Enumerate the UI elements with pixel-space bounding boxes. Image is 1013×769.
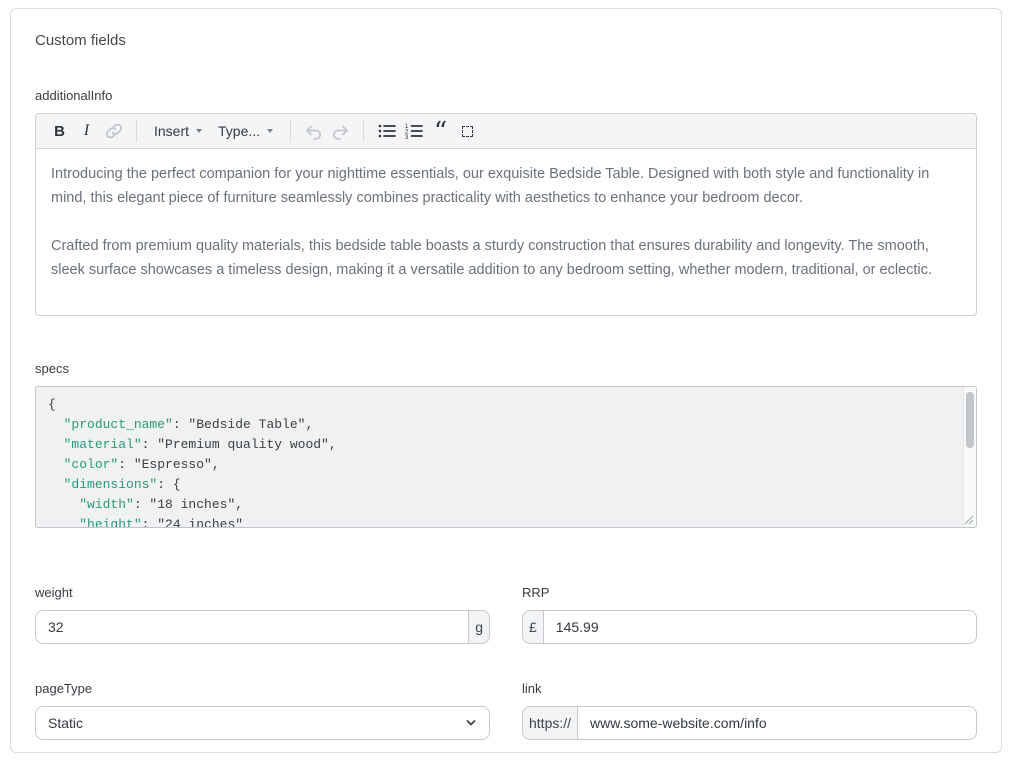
editor-paragraph: Introducing the perfect companion for yo… bbox=[51, 162, 961, 210]
type-dropdown-label: Type... bbox=[218, 123, 260, 139]
rrp-field: RRP £ bbox=[522, 585, 977, 644]
type-dropdown[interactable]: Type... bbox=[210, 118, 281, 145]
chevron-down-icon bbox=[196, 129, 202, 133]
code-line: "product_name": "Bedside Table", bbox=[48, 415, 964, 435]
weight-input-group: g bbox=[35, 610, 490, 644]
code-line: "width": "18 inches", bbox=[48, 495, 964, 515]
dashed-box-icon bbox=[462, 126, 473, 137]
redo-button[interactable] bbox=[327, 118, 354, 145]
rich-text-editor: B I Insert Type... bbox=[35, 113, 977, 316]
rrp-input[interactable] bbox=[543, 610, 977, 644]
weight-field: weight g bbox=[35, 585, 490, 644]
specs-label: specs bbox=[35, 361, 977, 377]
redo-icon bbox=[331, 122, 350, 140]
bold-button[interactable]: B bbox=[46, 118, 73, 145]
chevron-down-icon bbox=[267, 129, 273, 133]
weight-input[interactable] bbox=[35, 610, 469, 644]
italic-icon: I bbox=[84, 122, 89, 140]
editor-toolbar: B I Insert Type... bbox=[36, 114, 976, 149]
weight-unit-addon: g bbox=[468, 610, 490, 644]
fields-grid: weight g RRP £ pageType Static bbox=[35, 585, 977, 740]
italic-button[interactable]: I bbox=[73, 118, 100, 145]
pagetype-select-wrap: Static bbox=[35, 706, 490, 740]
scrollbar-thumb[interactable] bbox=[966, 392, 974, 448]
code-line: "material": "Premium quality wood", bbox=[48, 435, 964, 455]
inline-object-button[interactable] bbox=[454, 118, 481, 145]
blockquote-button[interactable]: “ bbox=[427, 118, 454, 145]
bold-icon: B bbox=[54, 123, 65, 140]
insert-dropdown-label: Insert bbox=[154, 123, 189, 139]
toolbar-divider bbox=[136, 120, 137, 142]
specs-textarea[interactable]: { "product_name": "Bedside Table", "mate… bbox=[35, 386, 977, 528]
editor-paragraph: Crafted from premium quality materials, … bbox=[51, 234, 961, 282]
bullet-list-button[interactable] bbox=[373, 118, 400, 145]
blockquote-icon: “ bbox=[434, 128, 447, 142]
toolbar-divider bbox=[290, 120, 291, 142]
protocol-addon: https:// bbox=[522, 706, 578, 740]
link-button[interactable] bbox=[100, 118, 127, 145]
custom-fields-card: Custom fields additionalInfo B I Insert bbox=[10, 8, 1002, 753]
pagetype-label: pageType bbox=[35, 681, 490, 697]
editor-content[interactable]: Introducing the perfect companion for yo… bbox=[36, 149, 976, 315]
currency-addon: £ bbox=[522, 610, 544, 644]
ordered-list-icon: 123 bbox=[405, 123, 423, 139]
link-input[interactable] bbox=[577, 706, 977, 740]
code-line: "height": "24 inches" bbox=[48, 515, 964, 528]
code-content: { "product_name": "Bedside Table", "mate… bbox=[36, 387, 976, 528]
svg-text:3: 3 bbox=[405, 135, 409, 139]
link-icon bbox=[105, 122, 123, 140]
insert-dropdown[interactable]: Insert bbox=[146, 118, 210, 145]
pagetype-field: pageType Static bbox=[35, 681, 490, 740]
toolbar-divider bbox=[363, 120, 364, 142]
pagetype-select[interactable]: Static bbox=[35, 706, 490, 740]
weight-label: weight bbox=[35, 585, 490, 601]
link-label: link bbox=[522, 681, 977, 697]
undo-button[interactable] bbox=[300, 118, 327, 145]
code-line: { bbox=[48, 395, 964, 415]
link-field: link https:// bbox=[522, 681, 977, 740]
ordered-list-button[interactable]: 123 bbox=[400, 118, 427, 145]
page-title: Custom fields bbox=[35, 31, 977, 51]
undo-icon bbox=[304, 122, 323, 140]
scrollbar-track[interactable] bbox=[963, 387, 976, 527]
additionalinfo-label: additionalInfo bbox=[35, 88, 977, 104]
rrp-input-group: £ bbox=[522, 610, 977, 644]
bullet-list-icon bbox=[378, 123, 396, 139]
code-line: "dimensions": { bbox=[48, 475, 964, 495]
resize-handle-icon[interactable] bbox=[964, 515, 974, 525]
link-input-group: https:// bbox=[522, 706, 977, 740]
rrp-label: RRP bbox=[522, 585, 977, 601]
code-line: "color": "Espresso", bbox=[48, 455, 964, 475]
